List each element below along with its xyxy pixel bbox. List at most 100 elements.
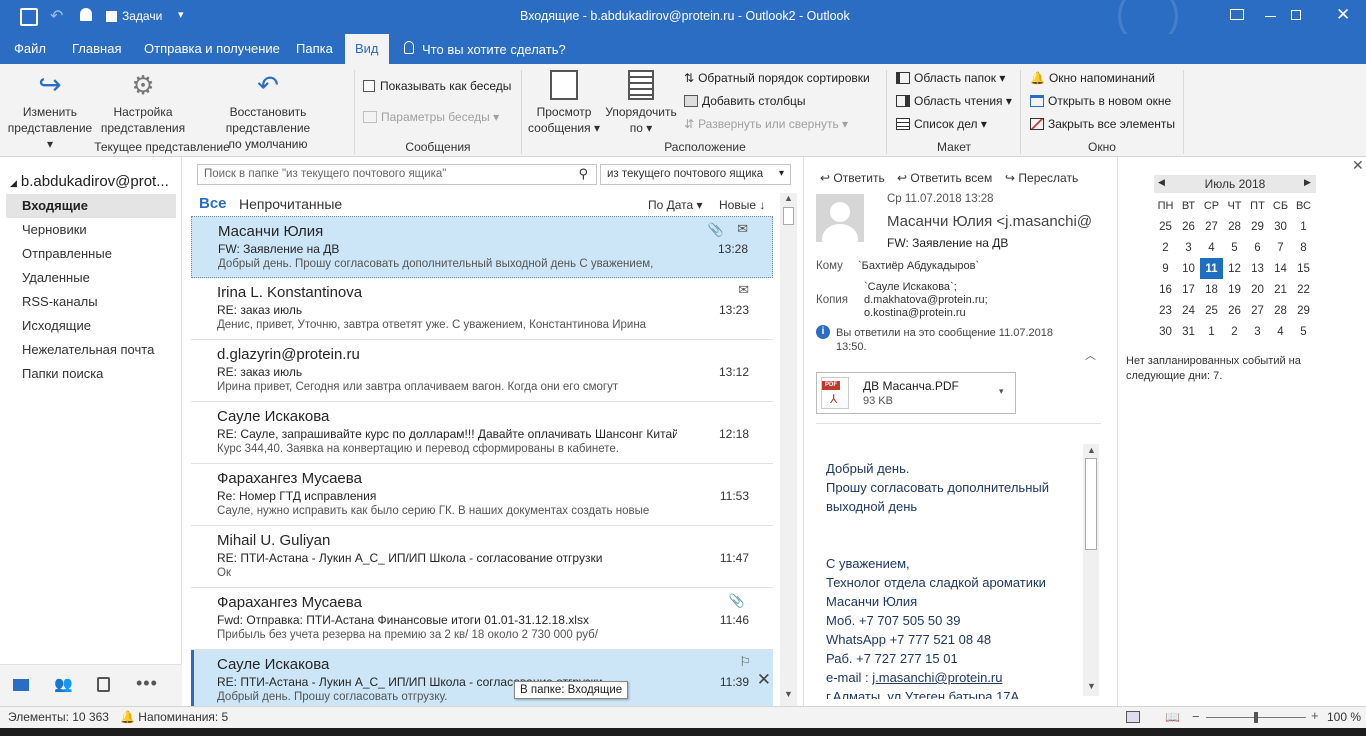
expand-collapse-button[interactable]: ⇵ Развернуть или свернуть ▾ [684,114,848,134]
folder-sent[interactable]: Отправленные [6,242,176,266]
zoom-in-icon[interactable]: + [1311,708,1319,723]
scroll-thumb[interactable] [1085,458,1097,550]
tasks-checkbox-icon[interactable] [106,11,117,22]
tab-home[interactable]: Главная [64,34,129,64]
calendar-day[interactable]: 21 [1269,279,1292,300]
calendar-day[interactable]: 2 [1154,237,1177,258]
calendar-day[interactable]: 25 [1154,216,1177,237]
calendar-day[interactable]: 4 [1200,237,1223,258]
calendar-day[interactable]: 27 [1200,216,1223,237]
calendar-day[interactable]: 31 [1177,321,1200,342]
reminders-window-button[interactable]: 🔔 Окно напоминаний [1030,68,1155,88]
calendar-day[interactable]: 29 [1246,216,1269,237]
calendar-day[interactable]: 1 [1292,216,1315,237]
calendar-day[interactable]: 5 [1223,237,1246,258]
calendar-day[interactable]: 14 [1269,258,1292,279]
calendar-day[interactable]: 18 [1200,279,1223,300]
calendar-day[interactable]: 17 [1177,279,1200,300]
flag-icon[interactable]: ⚐ [739,654,751,670]
scroll-thumb[interactable] [783,207,794,225]
close-todo-icon[interactable]: ✕ [1352,157,1364,174]
calendar-day[interactable]: 29 [1292,300,1315,321]
scroll-up-icon[interactable]: ▲ [1087,445,1096,455]
calendar-day[interactable]: 15 [1292,258,1315,279]
email-link[interactable]: j.masanchi@protein.ru [872,670,1002,685]
calendar-day[interactable]: 30 [1269,216,1292,237]
calendar-day[interactable]: 16 [1154,279,1177,300]
filter-all[interactable]: Все [199,195,227,212]
todo-bar-button[interactable]: Список дел ▾ [896,114,987,134]
calendar-day[interactable]: 20 [1246,279,1269,300]
zoom-level[interactable]: 100 % [1327,710,1361,724]
calendar-day[interactable]: 28 [1223,216,1246,237]
tasks-icon[interactable] [97,677,110,692]
customize-qat-icon[interactable]: ▾ [178,8,184,21]
reply-all-button[interactable]: ↩ Ответить всем [897,171,992,185]
reading-pane-button[interactable]: Область чтения ▾ [896,91,1012,111]
maximize-icon[interactable] [1291,10,1301,20]
delete-icon[interactable]: ✕ [757,670,771,690]
folder-inbox[interactable]: Входящие [6,194,176,218]
account-header[interactable]: ◢ b.abdukadirov@prot... [10,173,169,190]
show-conversations-checkbox[interactable]: Показывать как беседы [363,76,511,96]
cc-line-1[interactable]: `Сауле Искакова`; [864,281,957,293]
add-columns-button[interactable]: Добавить столбцы [684,91,806,111]
tab-file[interactable]: Файл [6,34,54,64]
message-row[interactable]: Irina L. Konstantinova RE: заказ июль Де… [191,278,773,340]
open-new-window-button[interactable]: Открыть в новом окне [1030,91,1171,111]
calendar-day[interactable]: 30 [1154,321,1177,342]
more-icon[interactable]: ••• [136,673,158,694]
next-month-icon[interactable]: ▶ [1304,177,1311,188]
reading-view-icon[interactable]: 📖 [1165,710,1180,724]
calendar-day[interactable]: 24 [1177,300,1200,321]
calendar-day[interactable]: 2 [1223,321,1246,342]
folder-pane-button[interactable]: Область папок ▾ [896,68,1005,88]
scroll-down-icon[interactable]: ▼ [784,689,793,699]
collapse-header-icon[interactable]: ︿ [1085,347,1096,363]
normal-view-icon[interactable] [1126,711,1140,723]
attachment-card[interactable]: PDF ⅄ ДВ Масанча.PDF 93 KB ▾ [816,372,1016,414]
folder-search[interactable]: Папки поиска [6,362,176,386]
folder-outbox[interactable]: Исходящие [6,314,176,338]
calendar-day[interactable]: 22 [1292,279,1315,300]
message-row[interactable]: Фарахангез Мусаева Fwd: Отправка: ПТИ-Ас… [191,588,773,650]
outlook-app-icon[interactable] [20,8,38,26]
zoom-slider-thumb[interactable] [1254,712,1258,723]
folder-junk[interactable]: Нежелательная почта [6,338,176,362]
calendar-day[interactable]: 28 [1269,300,1292,321]
folder-rss[interactable]: RSS-каналы [6,290,176,314]
calendar-day[interactable]: 27 [1246,300,1269,321]
to-value[interactable]: `Бахтиёр Абдукадыров` [858,260,979,272]
calendar-day[interactable]: 7 [1269,237,1292,258]
folder-drafts[interactable]: Черновики [6,218,176,242]
search-input[interactable]: Поиск в папке "из текущего почтового ящи… [197,164,597,185]
calendar-day[interactable]: 23 [1154,300,1177,321]
calendar-day[interactable]: 19 [1223,279,1246,300]
reminders-status[interactable]: 🔔 Напоминания: 5 [120,710,228,724]
calendar-day[interactable]: 26 [1223,300,1246,321]
calendar-day[interactable]: 25 [1200,300,1223,321]
reading-body-scrollbar[interactable]: ▲ ▼ [1083,444,1099,696]
cc-line-2[interactable]: d.makhatova@protein.ru; [864,294,988,306]
search-scope-select[interactable]: из текущего почтового ящика ▾ [600,164,791,185]
close-all-items-button[interactable]: Закрыть все элементы [1030,114,1175,134]
calendar-day[interactable]: 6 [1246,237,1269,258]
conversation-settings-button[interactable]: Параметры беседы ▾ [363,107,499,127]
zoom-out-icon[interactable]: − [1192,709,1200,724]
folder-deleted[interactable]: Удаленные [6,266,176,290]
attachment-menu-icon[interactable]: ▾ [999,386,1004,397]
message-row[interactable]: d.glazyrin@protein.ru RE: заказ июль Ири… [191,340,773,402]
arrange-by-button[interactable]: Упорядочить по ▾ [600,70,682,136]
quick-tasks-label[interactable]: Задачи [122,9,162,23]
calendar-day[interactable]: 4 [1269,321,1292,342]
reverse-sort-button[interactable]: ⇅ Обратный порядок сортировки [684,68,870,88]
message-from[interactable]: Масанчи Юлия <j.masanchi@ [887,213,1092,230]
message-preview-button[interactable]: Просмотр сообщения ▾ [524,70,604,136]
calendar-day[interactable]: 26 [1177,216,1200,237]
calendar-day[interactable]: 13 [1246,258,1269,279]
cc-line-3[interactable]: o.kostina@protein.ru [864,307,966,319]
message-list-scrollbar[interactable]: ▲ ▼ [780,193,797,706]
sort-order-toggle[interactable]: Новые ↓ [719,198,765,212]
scroll-up-icon[interactable]: ▲ [784,193,793,203]
filter-unread[interactable]: Непрочитанные [239,196,342,212]
